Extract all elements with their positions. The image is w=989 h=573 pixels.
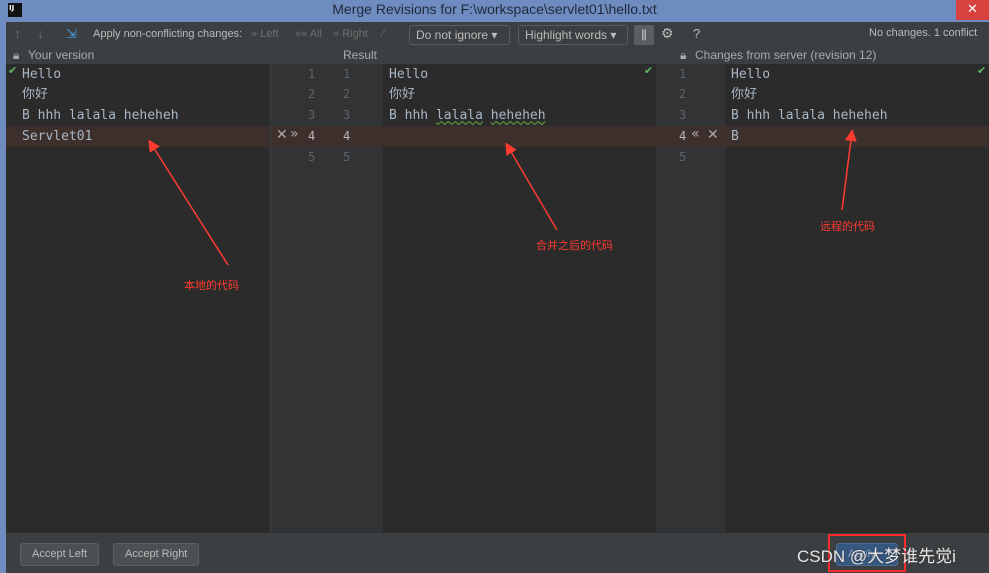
arrow-local	[148, 139, 229, 266]
arrow-remote	[841, 129, 857, 211]
watermark: CSDN @大梦谁先觉i	[797, 547, 956, 566]
annotation-remote: 远程的代码	[820, 220, 875, 233]
arrow-merged	[505, 142, 558, 231]
annotation-local: 本地的代码	[184, 279, 239, 292]
annotation-arrows	[148, 129, 857, 266]
accept-right-button[interactable]: Accept Right	[113, 543, 200, 566]
annotation-merged: 合并之后的代码	[536, 239, 613, 252]
accept-left-button[interactable]: Accept Left	[20, 543, 100, 566]
